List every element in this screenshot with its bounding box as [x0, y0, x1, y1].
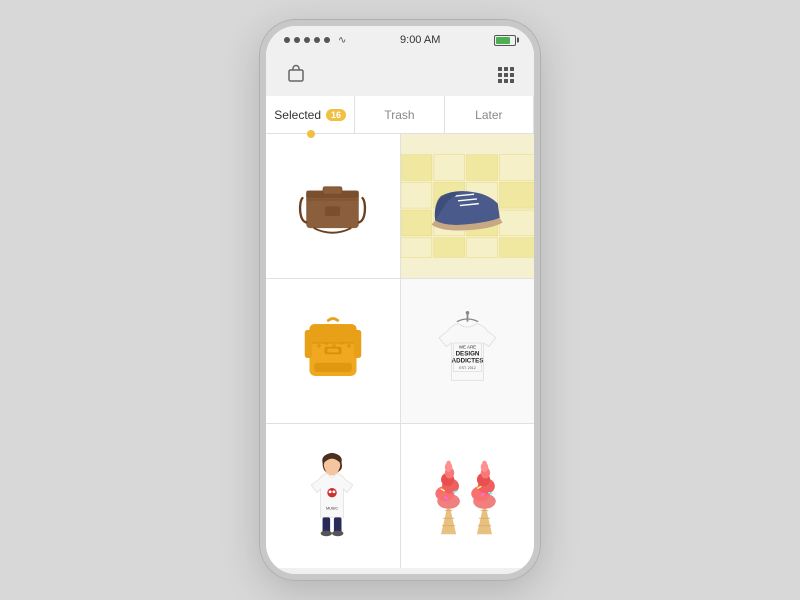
product-blue-shoe[interactable] — [401, 134, 535, 278]
grid-dot — [504, 67, 508, 71]
tab-selected[interactable]: Selected 16 — [266, 96, 355, 133]
grid-menu-icon[interactable] — [498, 67, 514, 83]
grid-dot — [510, 67, 514, 71]
grid-dot — [504, 79, 508, 83]
tab-selected-badge: 16 — [326, 109, 346, 121]
product-ice-cream[interactable] — [401, 424, 535, 568]
svg-text:MUSIC: MUSIC — [326, 507, 338, 511]
product-image-ice-cream — [401, 424, 535, 568]
phone-frame: ∿ 9:00 AM Selected 16 — [260, 20, 540, 580]
app-header — [266, 54, 534, 96]
product-girl-tshirt[interactable]: MUSIC — [266, 424, 400, 568]
product-image-brown-bag — [266, 134, 400, 278]
grid-dot — [504, 73, 508, 77]
tab-active-indicator — [307, 130, 315, 138]
svg-text:EST. 2012: EST. 2012 — [459, 366, 475, 370]
signal-dot — [294, 37, 300, 43]
signal-dot — [304, 37, 310, 43]
shopping-bag-icon[interactable] — [286, 63, 306, 88]
signal-icons: ∿ — [284, 35, 346, 46]
grid-dot — [510, 73, 514, 77]
product-grid: WE ARE DESIGN ADDICTES EST. 2012 — [266, 134, 534, 568]
tab-later-label: Later — [475, 108, 502, 122]
product-image-yellow-backpack — [266, 279, 400, 423]
bottom-bar — [266, 568, 534, 574]
grid-dot — [510, 79, 514, 83]
battery-icon — [494, 35, 516, 46]
product-image-design-tshirt: WE ARE DESIGN ADDICTES EST. 2012 — [401, 279, 535, 423]
grid-dot — [498, 67, 502, 71]
tab-selected-label: Selected — [274, 108, 321, 122]
wifi-icon: ∿ — [338, 35, 346, 46]
grid-dot — [498, 79, 502, 83]
status-bar: ∿ 9:00 AM — [266, 26, 534, 54]
svg-text:WE ARE: WE ARE — [459, 344, 476, 349]
tab-later[interactable]: Later — [445, 96, 534, 133]
status-time: 9:00 AM — [400, 34, 440, 46]
svg-text:DESIGN: DESIGN — [455, 350, 479, 357]
product-design-tshirt[interactable]: WE ARE DESIGN ADDICTES EST. 2012 — [401, 279, 535, 423]
signal-dot — [314, 37, 320, 43]
product-brown-bag[interactable] — [266, 134, 400, 278]
product-image-girl-tshirt: MUSIC — [266, 424, 400, 568]
tab-bar: Selected 16 Trash Later — [266, 96, 534, 134]
battery-fill — [496, 37, 510, 44]
signal-dot — [324, 37, 330, 43]
svg-text:ADDICTES: ADDICTES — [451, 358, 483, 365]
product-image-blue-shoe — [401, 134, 535, 278]
tab-trash[interactable]: Trash — [355, 96, 444, 133]
product-yellow-backpack[interactable] — [266, 279, 400, 423]
grid-dot — [498, 73, 502, 77]
tab-trash-label: Trash — [384, 108, 414, 122]
signal-dot — [284, 37, 290, 43]
